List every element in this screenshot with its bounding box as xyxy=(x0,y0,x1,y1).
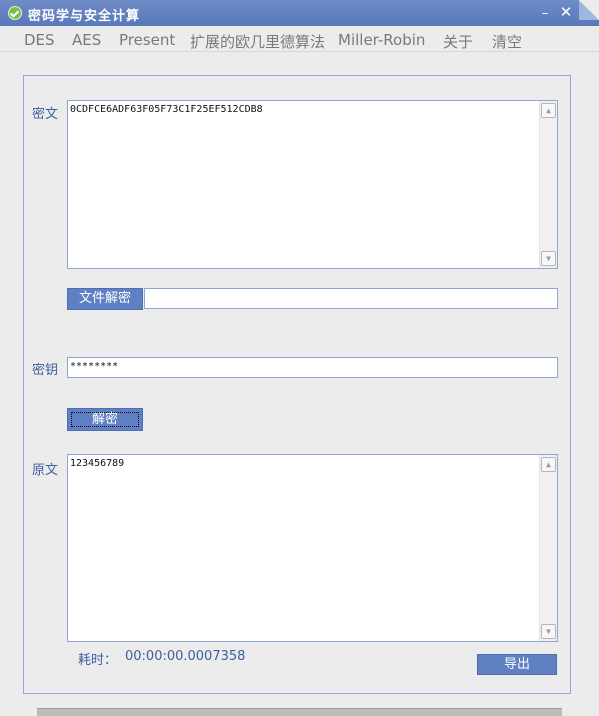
menu-item-aes[interactable]: AES xyxy=(72,31,101,49)
ciphertext-textarea[interactable]: 0CDFCE6ADF63F05F73C1F25EF512CDB8 ▲ ▼ xyxy=(67,100,558,269)
export-button[interactable]: 导出 xyxy=(477,654,557,675)
focus-rect xyxy=(71,412,139,427)
title-bar[interactable]: 密码学与安全计算 – ✕ xyxy=(0,0,599,26)
check-circle-icon xyxy=(8,6,22,20)
key-label: 密钥 xyxy=(32,363,59,378)
menu-item-about[interactable]: 关于 xyxy=(443,31,473,52)
scroll-up-icon[interactable]: ▲ xyxy=(541,457,556,472)
menu-item-extended-euclid[interactable]: 扩展的欧几里德算法 xyxy=(190,31,325,52)
menu-item-present[interactable]: Present xyxy=(119,31,175,49)
minimize-button[interactable]: – xyxy=(537,6,553,22)
scroll-down-icon[interactable]: ▼ xyxy=(541,251,556,266)
menu-item-miller-robin[interactable]: Miller-Robin xyxy=(338,31,425,49)
file-decrypt-button[interactable]: 文件解密 xyxy=(67,288,143,310)
scroll-down-icon[interactable]: ▼ xyxy=(541,624,556,639)
plaintext-label: 原文 xyxy=(32,463,59,478)
close-button[interactable]: ✕ xyxy=(558,4,574,20)
app-window: 密码学与安全计算 – ✕ DES AES Present 扩展的欧几里德算法 M… xyxy=(0,0,599,716)
plaintext-textarea[interactable]: 123456789 ▲ ▼ xyxy=(67,454,558,642)
menu-item-clear[interactable]: 清空 xyxy=(492,31,522,52)
plaintext-scrollbar[interactable]: ▲ ▼ xyxy=(539,455,557,641)
key-input[interactable]: ******** xyxy=(67,357,558,378)
ciphertext-label: 密文 xyxy=(32,107,59,122)
window-title: 密码学与安全计算 xyxy=(28,9,141,24)
elapsed-label: 耗时： xyxy=(78,653,118,668)
scroll-up-icon[interactable]: ▲ xyxy=(541,103,556,118)
menu-item-des[interactable]: DES xyxy=(24,31,55,49)
decrypt-button[interactable]: 解密 xyxy=(67,408,143,431)
ciphertext-value: 0CDFCE6ADF63F05F73C1F25EF512CDB8 xyxy=(70,104,263,115)
ciphertext-scrollbar[interactable]: ▲ ▼ xyxy=(539,101,557,268)
corner-fold-decoration xyxy=(579,0,599,20)
menu-bar: DES AES Present 扩展的欧几里德算法 Miller-Robin 关… xyxy=(0,27,599,52)
plaintext-value: 123456789 xyxy=(70,458,125,469)
elapsed-value: 00:00:00.0007358 xyxy=(125,649,246,664)
file-path-input[interactable] xyxy=(144,288,558,309)
decrypt-panel: 密文 0CDFCE6ADF63F05F73C1F25EF512CDB8 ▲ ▼ … xyxy=(23,75,571,694)
